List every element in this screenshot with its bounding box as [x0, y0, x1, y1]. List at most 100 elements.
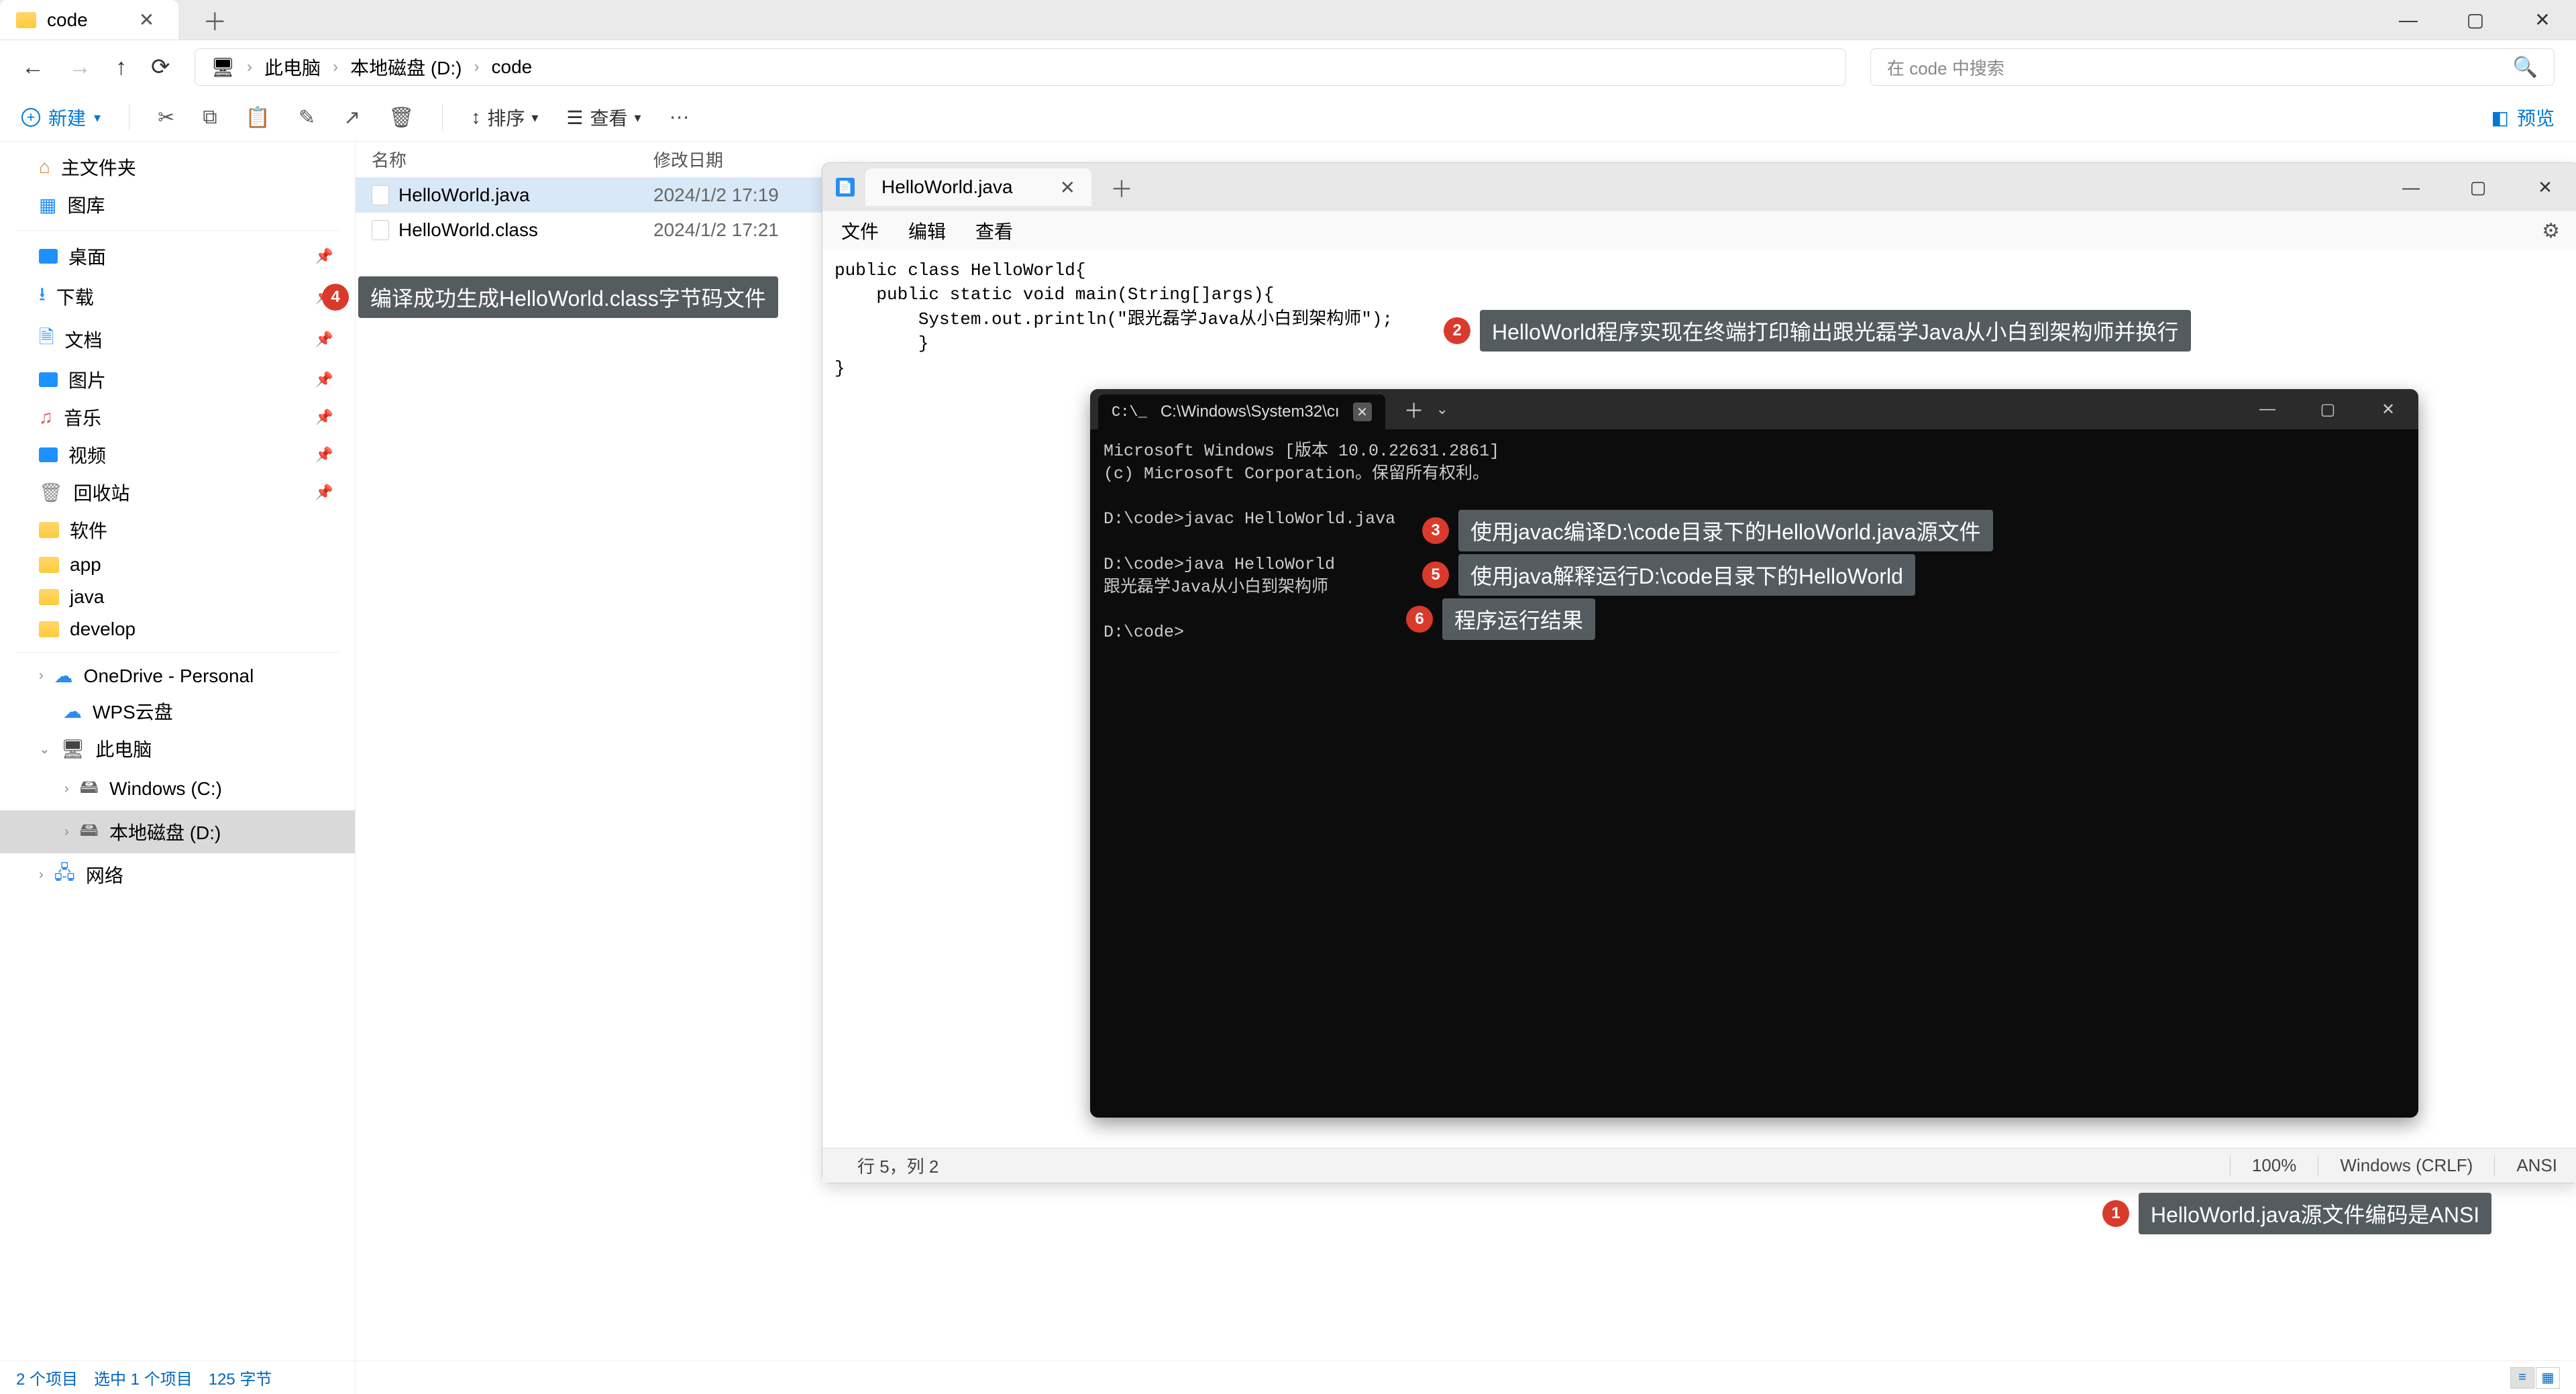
- sidebar-item-gallery[interactable]: ▦图库: [0, 186, 355, 223]
- column-name[interactable]: 名称: [372, 147, 653, 172]
- callout-number: 2: [1444, 317, 1470, 344]
- breadcrumb[interactable]: 🖥 › 此电脑 › 本地磁盘 (D:) › code: [195, 48, 1847, 86]
- music-icon: ♫: [39, 407, 53, 428]
- explorer-address-bar: ← → ↑ ⟳ 🖥 › 此电脑 › 本地磁盘 (D:) › code 在 cod…: [0, 40, 2576, 94]
- sidebar-label: Windows (C:): [109, 778, 222, 800]
- maximize-button[interactable]: ▢: [2298, 389, 2358, 429]
- forward-button[interactable]: →: [68, 54, 91, 81]
- preview-toggle[interactable]: ◧ 预览: [2491, 104, 2555, 131]
- minimize-button[interactable]: —: [2375, 0, 2442, 40]
- more-button[interactable]: ⋯: [669, 106, 690, 129]
- sidebar-item-wps[interactable]: ☁WPS云盘: [0, 692, 355, 730]
- file-icon: [372, 220, 389, 240]
- explorer-tab[interactable]: code ✕: [0, 0, 178, 40]
- menu-file[interactable]: 文件: [841, 217, 879, 244]
- explorer-new-tab[interactable]: ＋: [203, 3, 227, 38]
- maximize-button[interactable]: ▢: [2445, 163, 2512, 211]
- sidebar-item-onedrive[interactable]: ›☁OneDrive - Personal: [0, 659, 355, 692]
- tab-close-icon[interactable]: ✕: [1353, 403, 1372, 421]
- sidebar-item-ddrive[interactable]: ›🖴本地磁盘 (D:): [0, 810, 355, 853]
- close-button[interactable]: ✕: [2509, 0, 2576, 40]
- close-button[interactable]: ✕: [2358, 389, 2418, 429]
- trash-icon: 🗑: [39, 482, 63, 504]
- explorer-tab-label: code: [47, 9, 88, 31]
- minimize-button[interactable]: —: [2377, 163, 2445, 211]
- rename-icon[interactable]: ✎: [299, 106, 315, 129]
- callout-1: 1 HelloWorld.java源文件编码是ANSI: [2102, 1193, 2491, 1234]
- tab-close-icon[interactable]: ✕: [139, 9, 154, 31]
- explorer-titlebar: code ✕ ＋ — ▢ ✕: [0, 0, 2576, 40]
- sort-label: 排序: [487, 104, 525, 131]
- file-date: 2024/1/2 17:21: [653, 219, 779, 241]
- breadcrumb-item[interactable]: code: [492, 56, 533, 78]
- sidebar-item-recycle[interactable]: 🗑回收站📌: [0, 474, 355, 511]
- cut-icon[interactable]: ✂: [158, 106, 174, 129]
- sidebar-item-thispc[interactable]: ⌄🖥此电脑: [0, 730, 355, 767]
- chevron-down-icon: ▾: [635, 109, 641, 126]
- view-button[interactable]: ☰ 查看 ▾: [566, 104, 641, 131]
- sidebar-item-videos[interactable]: 视频📌: [0, 436, 355, 474]
- sidebar-label: OneDrive - Personal: [84, 665, 254, 687]
- terminal-tab[interactable]: C:\_ C:\Windows\System32\cı ✕: [1098, 394, 1385, 429]
- details-view-button[interactable]: ≡: [2510, 1367, 2534, 1389]
- notepad-tab[interactable]: HelloWorld.java ✕: [865, 168, 1091, 206]
- callout-text: 编译成功生成HelloWorld.class字节码文件: [358, 276, 778, 318]
- sidebar-item-java[interactable]: java: [0, 581, 355, 613]
- preview-icon: ◧: [2491, 107, 2509, 129]
- sidebar-item-documents[interactable]: 🗎文档📌: [0, 318, 355, 361]
- sidebar-item-develop[interactable]: develop: [0, 613, 355, 645]
- sidebar-separator: [16, 230, 339, 231]
- file-date: 2024/1/2 17:19: [653, 184, 779, 206]
- sidebar-item-home[interactable]: ⌂主文件夹: [0, 148, 355, 186]
- sidebar-item-soft[interactable]: 软件: [0, 511, 355, 549]
- pin-icon: 📌: [315, 371, 333, 388]
- sidebar-item-desktop[interactable]: 桌面📌: [0, 237, 355, 275]
- close-button[interactable]: ✕: [2512, 163, 2576, 211]
- up-button[interactable]: ↑: [115, 54, 127, 81]
- icons-view-button[interactable]: ▦: [2536, 1367, 2560, 1389]
- breadcrumb-item[interactable]: 此电脑: [264, 54, 321, 81]
- menu-edit[interactable]: 编辑: [908, 217, 946, 244]
- sidebar-item-pictures[interactable]: 图片📌: [0, 361, 355, 398]
- drive-icon: 🖴: [80, 816, 99, 848]
- copy-icon[interactable]: ⧉: [203, 106, 217, 129]
- paste-icon[interactable]: 📋: [246, 106, 270, 129]
- new-label: 新建: [48, 104, 86, 131]
- back-button[interactable]: ←: [21, 54, 44, 81]
- minimize-button[interactable]: —: [2237, 389, 2298, 429]
- notepad-tab-label: HelloWorld.java: [881, 176, 1013, 198]
- zoom-level[interactable]: 100%: [2230, 1155, 2318, 1176]
- maximize-button[interactable]: ▢: [2442, 0, 2509, 40]
- sidebar-item-network[interactable]: ›🖧网络: [0, 853, 355, 896]
- terminal-new-tab[interactable]: ＋: [1404, 394, 1424, 424]
- chevron-right-icon: ›: [64, 782, 69, 797]
- sidebar-item-music[interactable]: ♫音乐📌: [0, 398, 355, 436]
- sidebar-label: 主文件夹: [61, 154, 136, 180]
- breadcrumb-item[interactable]: 本地磁盘 (D:): [350, 54, 462, 81]
- sidebar-item-downloads[interactable]: ⭳下载📌: [0, 275, 355, 318]
- new-button[interactable]: + 新建 ▾: [21, 104, 101, 131]
- refresh-button[interactable]: ⟳: [151, 54, 170, 81]
- explorer-status-bar: 2 个项目 选中 1 个项目 125 字节 ≡ ▦: [0, 1360, 2576, 1394]
- sort-button[interactable]: ↕ 排序 ▾: [471, 104, 538, 131]
- sidebar-label: 此电脑: [95, 735, 152, 762]
- document-icon: 🗎: [39, 323, 54, 356]
- chevron-right-icon: ›: [39, 668, 44, 684]
- tab-close-icon[interactable]: ✕: [1060, 176, 1075, 199]
- delete-icon[interactable]: 🗑: [388, 106, 414, 129]
- notepad-new-tab[interactable]: ＋: [1110, 171, 1133, 204]
- column-date[interactable]: 修改日期: [653, 147, 723, 172]
- gear-icon[interactable]: ⚙: [2542, 219, 2560, 243]
- menu-view[interactable]: 查看: [975, 217, 1013, 244]
- sidebar-label: app: [70, 554, 101, 576]
- callout-6: 6 程序运行结果: [1406, 598, 1595, 640]
- callout-text: 使用javac编译D:\code目录下的HelloWorld.java源文件: [1458, 510, 1993, 551]
- plus-icon: +: [21, 108, 40, 127]
- sidebar-item-cdrive[interactable]: ›🖴Windows (C:): [0, 767, 355, 810]
- share-icon[interactable]: ↗: [343, 106, 360, 129]
- chevron-down-icon[interactable]: ⌄: [1436, 400, 1448, 418]
- sidebar-label: WPS云盘: [93, 698, 173, 725]
- search-input[interactable]: 在 code 中搜索 🔍: [1870, 48, 2555, 86]
- sidebar-item-app[interactable]: app: [0, 549, 355, 581]
- pictures-icon: [39, 372, 58, 387]
